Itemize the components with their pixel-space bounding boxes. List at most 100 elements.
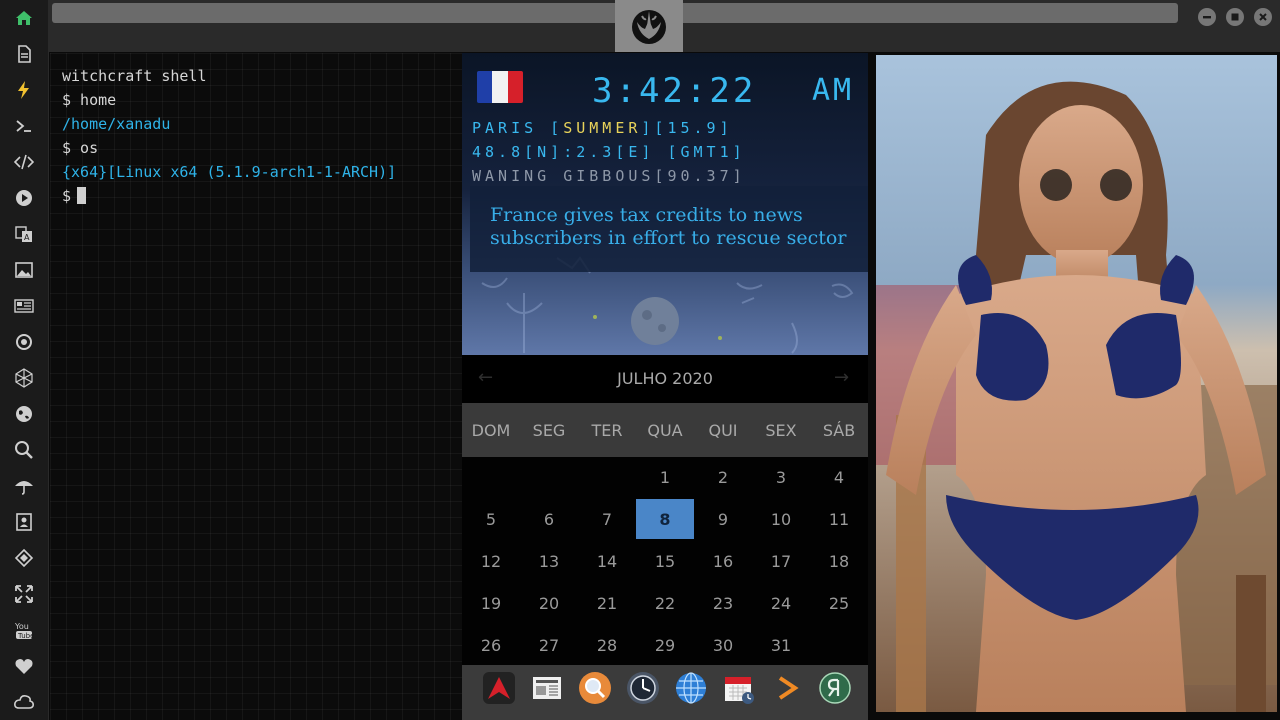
calendar-day[interactable]: 6	[520, 499, 578, 539]
calendar-day[interactable]: 21	[578, 583, 636, 623]
calendar-day[interactable]: 18	[810, 541, 868, 581]
terminal-line: $ os	[62, 139, 99, 157]
calendar-day[interactable]: 16	[694, 541, 752, 581]
svg-text:You: You	[14, 622, 29, 631]
calendar-day[interactable]: 17	[752, 541, 810, 581]
calendar-day[interactable]: 31	[752, 625, 810, 665]
svg-text:Tube: Tube	[17, 632, 34, 640]
app-launcher-sidebar: A You Tube	[0, 0, 49, 720]
calendar-day-today[interactable]: 8	[636, 499, 694, 539]
globe-app-icon[interactable]	[674, 671, 708, 705]
yandex-app-icon[interactable]	[818, 671, 852, 705]
calendar-day[interactable]: 2	[694, 457, 752, 497]
rebel-alliance-tab[interactable]	[615, 0, 683, 52]
calendar-day[interactable]: 23	[694, 583, 752, 623]
news-headline[interactable]: France gives tax credits to news subscri…	[490, 204, 860, 250]
terminal-line: {x64}[Linux x64 (5.1.9-arch1-1-ARCH)]	[62, 163, 397, 181]
weekday-label: SEX	[765, 421, 797, 440]
calendar-day[interactable]: 5	[462, 499, 520, 539]
calendar-day[interactable]: 27	[520, 625, 578, 665]
umbrella-icon[interactable]	[10, 472, 38, 500]
weekday-label: QUA	[647, 421, 683, 440]
weekday-label: TER	[591, 421, 623, 440]
maximize-button[interactable]	[1226, 8, 1244, 26]
weekday-label: SEG	[532, 421, 566, 440]
clock-ampm: AM	[812, 73, 855, 108]
next-month-button[interactable]: →	[834, 367, 849, 388]
terminal-cursor	[77, 187, 87, 204]
terminal-app-icon[interactable]	[770, 671, 804, 705]
play-icon[interactable]	[10, 184, 38, 212]
contacts-icon[interactable]	[10, 508, 38, 536]
calendar-day[interactable]: 4	[810, 457, 868, 497]
weekday-label: SÁB	[822, 421, 856, 440]
calendar-day[interactable]: 10	[752, 499, 810, 539]
calendar-widget: ← JULHO 2020 → DOM SEG TER QUA QUI SEX SÁB 123…	[462, 355, 868, 665]
clock-app-icon[interactable]	[626, 671, 660, 705]
calendar-day[interactable]: 22	[636, 583, 694, 623]
france-flag-icon	[477, 71, 523, 103]
clock-widget: 3:42:22 AM PARIS [SUMMER][15.9] 48.8[N]:…	[462, 53, 868, 355]
weekday-label: QUI	[708, 421, 738, 440]
code-icon[interactable]	[10, 148, 38, 176]
image-icon[interactable]	[10, 256, 38, 284]
clock-time: 3:42:22	[592, 71, 757, 111]
search-icon[interactable]	[10, 436, 38, 464]
app-dock	[462, 665, 868, 720]
calendar-day[interactable]: 7	[578, 499, 636, 539]
rebel-alliance-icon	[632, 10, 666, 44]
terminal-panel[interactable]: witchcraft shell $ home /home/xanadu $ o…	[50, 53, 462, 720]
calendar-month-title: JULHO 2020	[617, 369, 713, 388]
network-icon[interactable]	[10, 364, 38, 392]
calendar-day[interactable]: 3	[752, 457, 810, 497]
cloud-icon[interactable]	[10, 688, 38, 716]
terminal-icon[interactable]	[10, 112, 38, 140]
calendar-day[interactable]: 25	[810, 583, 868, 623]
calendar-day[interactable]: 11	[810, 499, 868, 539]
globe-icon[interactable]	[10, 400, 38, 428]
fullscreen-icon[interactable]	[10, 580, 38, 608]
settings-icon[interactable]	[10, 328, 38, 356]
translate-icon[interactable]: A	[10, 220, 38, 248]
calendar-day[interactable]: 30	[694, 625, 752, 665]
calendar-day[interactable]: 19	[462, 583, 520, 623]
temperature-label: ][15.9]	[641, 119, 733, 137]
calendar-day[interactable]: 13	[520, 541, 578, 581]
calendar-day[interactable]: 9	[694, 499, 752, 539]
season-label: SUMMER	[563, 119, 642, 137]
svg-text:A: A	[24, 233, 30, 242]
youtube-icon[interactable]: You Tube	[10, 616, 38, 644]
bolt-icon[interactable]	[10, 76, 38, 104]
home-icon[interactable]	[10, 4, 38, 32]
flag-stripe	[492, 71, 508, 103]
heart-icon[interactable]	[10, 652, 38, 680]
close-button[interactable]	[1254, 8, 1272, 26]
news-headline-box[interactable]: France gives tax credits to news subscri…	[470, 186, 868, 272]
calendar-day[interactable]: 26	[462, 625, 520, 665]
document-icon[interactable]	[10, 40, 38, 68]
calendar-day[interactable]: 20	[520, 583, 578, 623]
arrow-app-icon[interactable]	[482, 671, 516, 705]
coordinates-line: 48.8[N]:2.3[E] [GMT1]	[472, 143, 746, 161]
calendar-day[interactable]: 15	[636, 541, 694, 581]
calendar-day[interactable]: 1	[636, 457, 694, 497]
calendar-day[interactable]: 28	[578, 625, 636, 665]
news-icon[interactable]	[10, 292, 38, 320]
calendar-day[interactable]: 24	[752, 583, 810, 623]
calendar-day[interactable]: 29	[636, 625, 694, 665]
minimize-button[interactable]	[1198, 8, 1216, 26]
terminal-line: /home/xanadu	[62, 115, 171, 133]
flag-stripe	[507, 71, 523, 103]
pixelate-icon[interactable]	[10, 544, 38, 572]
terminal-prompt-line[interactable]: $	[62, 187, 87, 205]
terminal-line: witchcraft shell	[62, 67, 207, 85]
city-label: PARIS [	[472, 119, 564, 137]
search-app-icon[interactable]	[578, 671, 612, 705]
top-bar	[48, 0, 1280, 52]
calendar-app-icon[interactable]	[722, 671, 756, 705]
beach-photo-illustration	[876, 55, 1277, 712]
calendar-day[interactable]: 14	[578, 541, 636, 581]
calendar-day[interactable]: 12	[462, 541, 520, 581]
moon-phase-line: WANING GIBBOUS[90.37]	[472, 167, 746, 185]
newspaper-app-icon[interactable]	[530, 671, 564, 705]
